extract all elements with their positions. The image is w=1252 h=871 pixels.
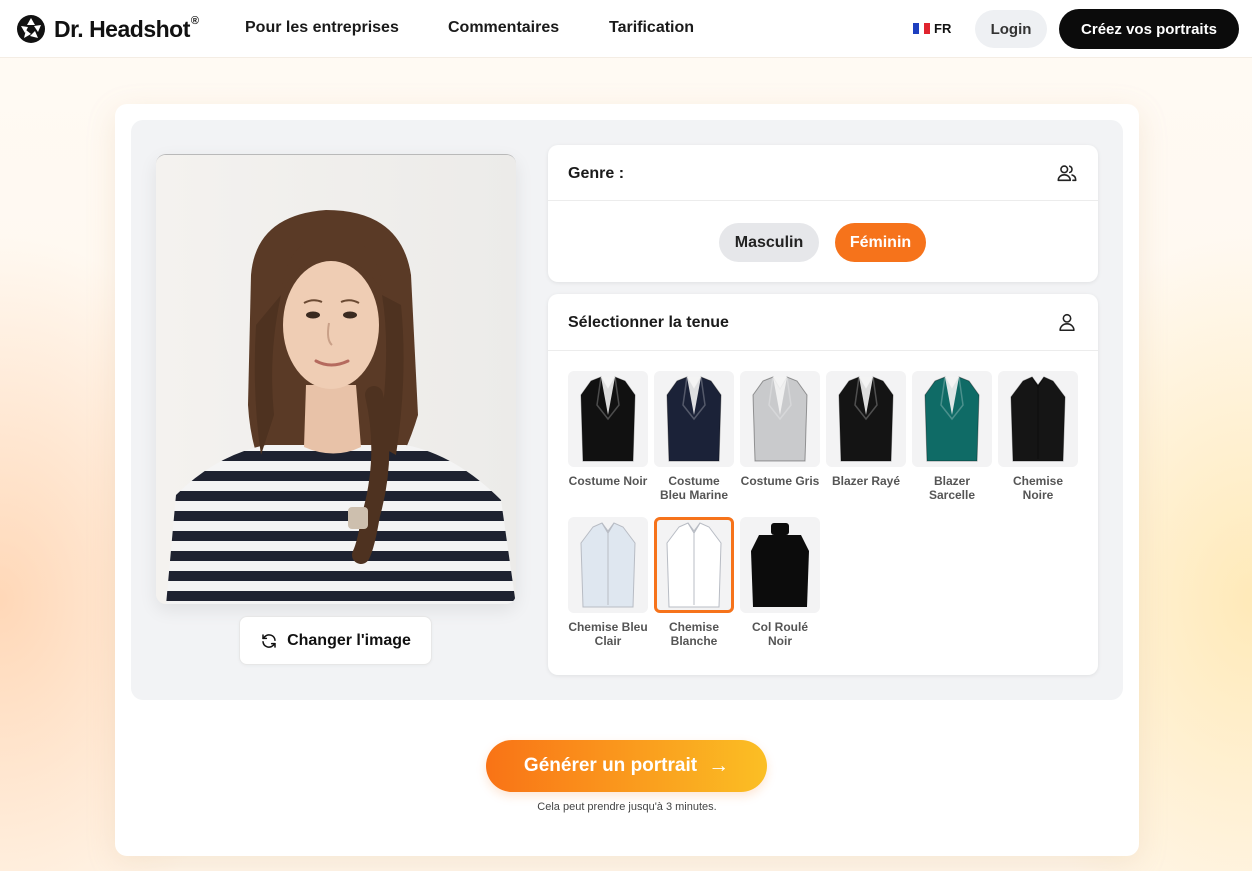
arrow-right-icon: → — [708, 754, 730, 777]
outfit-label: Costume Noir — [568, 474, 648, 488]
top-navbar: Dr. Headshot ® Pour les entreprises Comm… — [0, 0, 1252, 58]
login-button[interactable]: Login — [975, 10, 1047, 48]
outfit-thumbnail — [912, 371, 992, 467]
outfit-thumbnail — [654, 371, 734, 467]
outfit-label: Blazer Sarcelle — [928, 474, 976, 502]
language-code: FR — [934, 21, 952, 36]
outfit-thumbnail — [568, 371, 648, 467]
outfit-label: Chemise Noire — [1012, 474, 1064, 502]
gender-title: Genre : — [568, 165, 625, 182]
outfit-label: Costume Bleu Marine — [659, 474, 728, 502]
generate-label: Générer un portrait — [523, 755, 698, 776]
outfit-panel: Sélectionner la tenue Costume Noir Costum… — [548, 294, 1098, 675]
nav-link-enterprises[interactable]: Pour les entreprises — [245, 19, 399, 37]
generate-portrait-button[interactable]: Générer un portrait → — [486, 740, 767, 792]
outfit-option-chemise-bleu-clair[interactable]: Chemise Bleu Clair — [568, 517, 648, 648]
gender-male-button[interactable]: Masculin — [719, 223, 819, 262]
outfit-panel-header: Sélectionner la tenue — [548, 294, 1098, 351]
change-image-button[interactable]: Changer l'image — [239, 616, 432, 665]
outfit-thumbnail — [826, 371, 906, 467]
aperture-logo-icon — [17, 15, 45, 43]
outfit-option-costume-bleu-marine[interactable]: Costume Bleu Marine — [654, 371, 734, 502]
outfit-thumbnail — [740, 517, 820, 613]
create-portraits-button[interactable]: Créez vos portraits — [1059, 9, 1239, 49]
duration-note: Cela peut prendre jusqu'à 3 minutes. — [537, 801, 717, 813]
brand-name: Dr. Headshot — [54, 15, 190, 42]
outfit-label: Chemise Blanche — [668, 620, 720, 648]
outfit-label: Chemise Bleu Clair — [568, 620, 648, 648]
refresh-icon — [262, 633, 276, 648]
generator-card: Changer l'image Genre : Masculin Féminin… — [115, 104, 1139, 856]
outfit-option-blazer-sarcelle[interactable]: Blazer Sarcelle — [912, 371, 992, 502]
uploaded-photo — [156, 154, 516, 604]
outfit-option-blazer-raye[interactable]: Blazer Rayé — [826, 371, 906, 488]
editor-area: Changer l'image Genre : Masculin Féminin… — [131, 120, 1123, 700]
outfit-label: Blazer Rayé — [831, 474, 901, 488]
outfit-label: Col Roulé Noir — [752, 620, 808, 648]
outfit-thumbnail — [998, 371, 1078, 467]
nav-link-pricing[interactable]: Tarification — [609, 19, 694, 37]
outfit-option-col-roule-noir[interactable]: Col Roulé Noir — [740, 517, 820, 648]
change-image-label: Changer l'image — [287, 631, 411, 649]
language-selector[interactable]: FR — [913, 21, 951, 36]
registered-mark: ® — [190, 15, 199, 27]
brand-logo[interactable]: Dr. Headshot ® — [16, 13, 199, 45]
outfit-title: Sélectionner la tenue — [568, 314, 729, 331]
portrait-image — [156, 155, 516, 604]
outfit-option-costume-noir[interactable]: Costume Noir — [568, 371, 648, 488]
nav-link-reviews[interactable]: Commentaires — [448, 19, 559, 37]
outfit-label: Costume Gris — [740, 474, 820, 488]
gender-panel-header: Genre : — [548, 145, 1098, 201]
outfit-option-chemise-blanche[interactable]: Chemise Blanche — [654, 517, 734, 648]
outfit-thumbnail — [654, 517, 734, 613]
gender-female-button[interactable]: Féminin — [835, 223, 926, 262]
gender-panel: Genre : Masculin Féminin — [548, 145, 1098, 282]
france-flag-icon — [913, 23, 931, 34]
outfit-thumbnail — [740, 371, 820, 467]
user-icon — [1059, 313, 1075, 332]
outfit-option-costume-gris[interactable]: Costume Gris — [740, 371, 820, 488]
outfit-thumbnail — [568, 517, 648, 613]
outfit-option-chemise-noire[interactable]: Chemise Noire — [998, 371, 1078, 502]
users-icon — [1057, 165, 1077, 182]
